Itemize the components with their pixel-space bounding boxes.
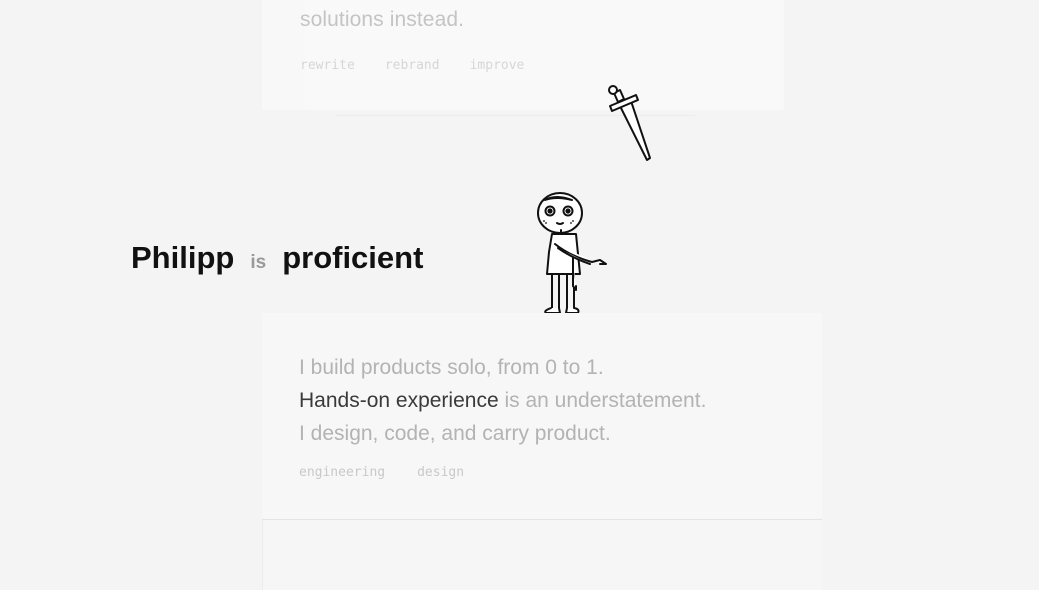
- card-line-2: Hands-on experience is an understatement…: [299, 384, 706, 417]
- headline: Philipp is proficient: [131, 240, 423, 276]
- tag-rebrand[interactable]: rebrand: [385, 58, 440, 73]
- person-name: Philipp: [131, 240, 235, 275]
- card-line-1: I build products solo, from 0 to 1.: [299, 356, 604, 379]
- card-body: I build products solo, from 0 to 1. Hand…: [299, 351, 706, 450]
- tag-rewrite[interactable]: rewrite: [300, 58, 355, 73]
- previous-card-text: solutions instead.: [300, 8, 465, 31]
- tag-improve[interactable]: improve: [470, 58, 525, 73]
- headline-role: proficient: [282, 240, 424, 275]
- next-card-background: [262, 520, 823, 590]
- tag-design[interactable]: design: [417, 465, 464, 480]
- card-line-3: I design, code, and carry product.: [299, 422, 611, 445]
- sword-icon: [608, 85, 651, 161]
- skill-card: I build products solo, from 0 to 1. Hand…: [262, 313, 822, 520]
- card-line-2-rest: is an understatement.: [498, 389, 707, 412]
- previous-card-tags: rewrite rebrand improve: [300, 58, 524, 73]
- headline-verb: is: [250, 252, 267, 273]
- stick-figure-character: [537, 192, 607, 314]
- tag-engineering[interactable]: engineering: [299, 465, 385, 480]
- card-line-2-highlight: Hands-on experience: [299, 389, 499, 412]
- card-tags: engineering design: [299, 465, 464, 480]
